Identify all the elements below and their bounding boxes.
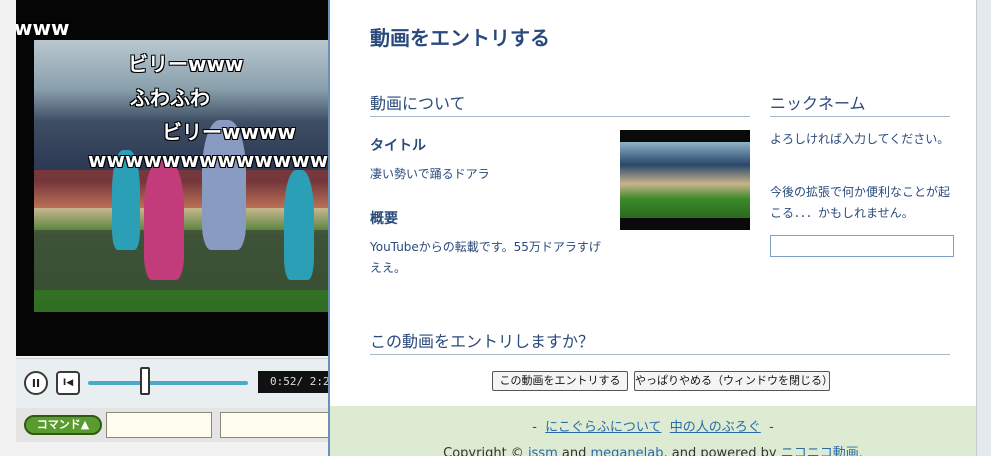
entry-button[interactable]: この動画をエントリする — [492, 371, 628, 391]
danmaku-comment: www — [16, 16, 70, 40]
player-controls: II I◀ 0:52/ 2:24 — [16, 358, 338, 408]
nickname-help: よろしければ入力してください。 — [770, 132, 950, 146]
video-player: www ビリーwww ふわふわ ビリーwwww wwwwwwwwwwwww II… — [0, 0, 338, 456]
rewind-button[interactable]: I◀ — [56, 371, 80, 395]
dancer-figure — [284, 170, 314, 280]
command-button[interactable]: コマンド▲ — [24, 415, 102, 435]
cancel-button[interactable]: やっぱりやめる（ウィンドウを閉じる） — [634, 371, 833, 391]
confirm-heading: この動画をエントリしますか？ — [370, 328, 950, 355]
copyright: Copyright © issm and meganelab, and powe… — [330, 442, 976, 456]
footer-separator: - — [769, 420, 774, 435]
nico-link[interactable]: ニコニコ動画. — [781, 446, 863, 456]
danmaku-comment: ビリーwww — [128, 52, 244, 76]
comment-bar: コマンド▲ — [16, 408, 330, 442]
nickname-heading: ニックネーム — [770, 90, 950, 117]
title-label: タイトル — [370, 138, 426, 154]
window-scrollbar[interactable] — [976, 0, 991, 456]
screen: www ビリーwww ふわふわ ビリーwwww wwwwwwwwwwwww II… — [0, 0, 991, 456]
summary-label: 概要 — [370, 211, 398, 227]
comment-input[interactable] — [220, 412, 330, 438]
nickname-input[interactable] — [770, 235, 954, 257]
danmaku-comment: wwwwwwwwwwwww — [88, 148, 329, 172]
copyright-powered: and powered by — [671, 446, 777, 456]
blog-link[interactable]: 中の人のぶろぐ — [670, 420, 761, 435]
thumbnail-image — [620, 142, 750, 218]
video-thumbnail — [620, 130, 750, 230]
about-link[interactable]: にこぐらふについて — [545, 420, 661, 435]
danmaku-comment: ふわふわ — [130, 86, 210, 110]
pause-button[interactable]: II — [24, 371, 48, 395]
copyright-and: and — [561, 446, 587, 456]
nickname-help-extra: 今後の拡張で何か便利なことが起こる．．．かもしれません。 — [770, 185, 951, 220]
meganelab-link[interactable]: meganelab, — [591, 446, 668, 456]
summary-text: YouTubeからの転載です。55万ドアラすげええ。 — [370, 240, 601, 275]
video-area[interactable]: www ビリーwww ふわふわ ビリーwwww wwwwwwwwwwwww — [16, 0, 330, 356]
video-title: 凄い勢いで踊るドアラ — [370, 167, 490, 181]
time-display: 0:52/ 2:24 — [258, 371, 338, 393]
command-input[interactable] — [106, 412, 212, 438]
video-frame — [34, 40, 330, 312]
danmaku-comment: ビリーwwww — [162, 120, 296, 144]
seek-bar[interactable] — [88, 381, 248, 385]
entry-dialog: 動画をエントリする 動画について タイトル 凄い勢いで踊るドアラ 概要 YouT… — [328, 0, 976, 456]
about-heading: 動画について — [370, 90, 750, 117]
footer-separator: - — [532, 420, 537, 435]
footer: - にこぐらふについて 中の人のぶろぐ - Copyright © issm a… — [330, 406, 976, 456]
copyright-prefix: Copyright © — [443, 446, 524, 456]
page-title: 動画をエントリする — [370, 26, 550, 50]
footer-links: - にこぐらふについて 中の人のぶろぐ - — [330, 416, 976, 435]
seek-handle[interactable] — [140, 367, 150, 395]
issm-link[interactable]: issm — [528, 446, 558, 456]
dancer-figure — [144, 160, 184, 280]
